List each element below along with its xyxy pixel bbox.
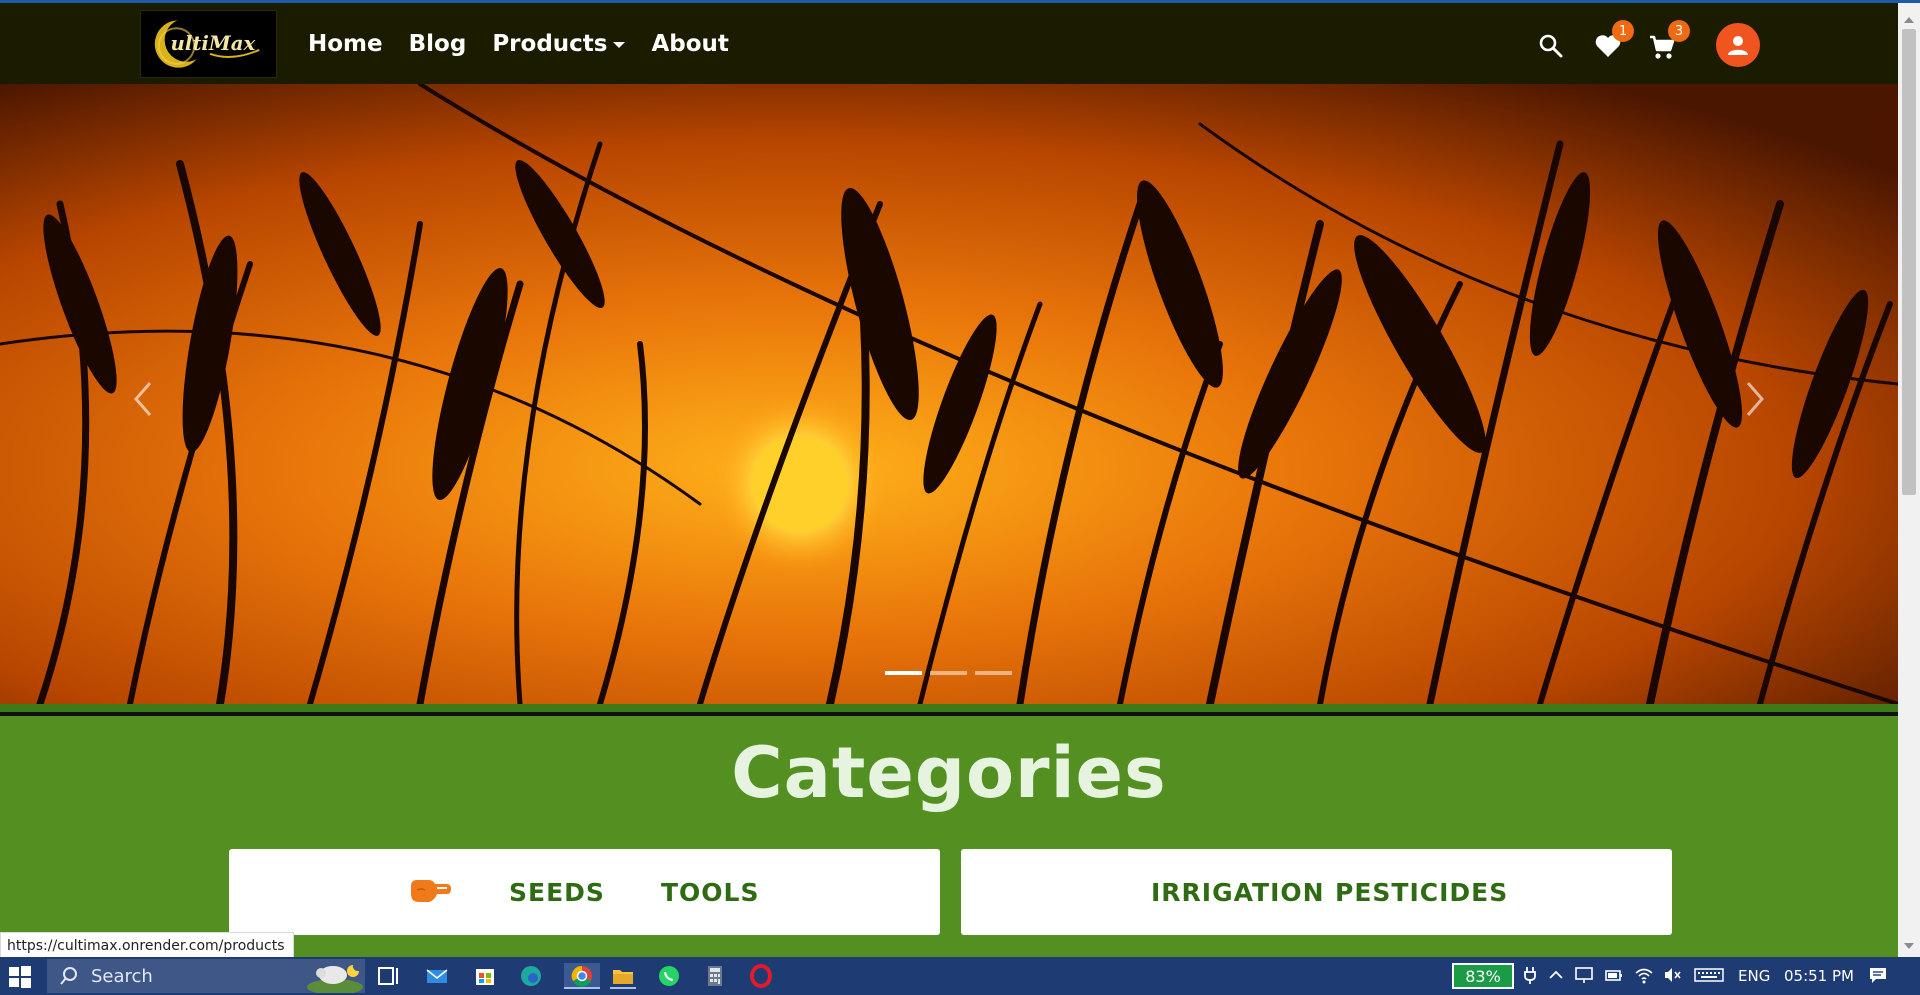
nav-link-blog-label: Blog (408, 30, 467, 57)
taskbar-chrome-app[interactable] (564, 963, 600, 989)
windows-logo-icon (9, 966, 31, 988)
taskbar-search-box[interactable]: Search (47, 959, 365, 993)
taskbar-whatsapp-app[interactable] (656, 963, 682, 989)
taskbar-mail-app[interactable] (424, 963, 450, 989)
edge-icon (521, 966, 541, 986)
link-status-url: https://cultimax.onrender.com/products (0, 932, 294, 958)
store-icon (476, 969, 494, 985)
category-card-left: SEEDS TOOLS (229, 849, 940, 935)
carousel-next-button[interactable] (1736, 369, 1776, 429)
carousel-indicator-2[interactable] (930, 671, 967, 675)
pointing-hand-icon (411, 880, 451, 902)
category-link-irrigation[interactable]: IRRIGATION (1151, 878, 1325, 907)
nav-link-about[interactable]: About (651, 31, 728, 57)
user-icon (1728, 36, 1748, 55)
windows-taskbar: Search 83% ENG 05:51 PM (0, 957, 1920, 995)
chevron-left-icon (134, 382, 152, 416)
nav-links: Home Blog Products About (308, 3, 729, 84)
carousel-indicator-1[interactable] (885, 671, 922, 675)
taskbar-search-label: Search (91, 965, 153, 987)
svg-text:ultiMax: ultiMax (171, 32, 256, 55)
network-monitor-icon[interactable] (1574, 965, 1594, 985)
hero-carousel (0, 84, 1898, 704)
categories-section: Categories SEEDS TOOLS IRRIGATION PESTIC… (0, 716, 1898, 957)
search-icon (1539, 34, 1563, 58)
battery-percent-indicator[interactable]: 83% (1452, 963, 1514, 989)
carousel-indicators (885, 671, 1012, 675)
nav-link-blog[interactable]: Blog (409, 31, 467, 57)
battery-icon[interactable] (1604, 965, 1624, 985)
input-language-indicator[interactable]: ENG (1738, 967, 1770, 985)
scroll-up-icon[interactable] (1904, 17, 1914, 23)
hero-sunset-grass-image (0, 84, 1898, 704)
search-icon (60, 967, 77, 985)
chevron-right-icon (1746, 382, 1764, 416)
whatsapp-icon (659, 966, 679, 986)
wishlist-count-badge: 1 (1612, 20, 1634, 42)
account-avatar-button[interactable] (1716, 23, 1760, 67)
cultimax-logo-icon: ultiMax (141, 11, 276, 77)
taskbar-opera-app[interactable] (748, 963, 774, 989)
power-plug-icon[interactable] (1520, 965, 1540, 985)
category-link-tools[interactable]: TOOLS (661, 878, 760, 907)
start-button[interactable] (8, 965, 32, 989)
chrome-icon (571, 965, 592, 987)
keyboard-icon[interactable] (1694, 965, 1724, 985)
wifi-icon[interactable] (1634, 965, 1654, 985)
taskbar-edge-app[interactable] (518, 963, 544, 989)
folder-icon (613, 970, 633, 984)
search-button[interactable] (1538, 33, 1564, 59)
caret-down-icon (613, 41, 626, 48)
site-navbar: ultiMax Home Blog Products About 1 3 (0, 3, 1898, 84)
page-scrollbar[interactable] (1898, 3, 1920, 957)
taskbar-calculator-app[interactable] (702, 963, 728, 989)
search-highlight-sheep-icon (307, 965, 363, 993)
taskbar-store-app[interactable] (472, 963, 498, 989)
scrollbar-thumb[interactable] (1902, 29, 1916, 495)
nav-link-home[interactable]: Home (308, 31, 383, 57)
opera-icon (750, 964, 772, 988)
category-card-right: IRRIGATION PESTICIDES (961, 849, 1672, 935)
browser-viewport: ultiMax Home Blog Products About 1 3 Cat… (0, 3, 1898, 957)
task-view-icon (378, 967, 398, 985)
scroll-down-icon[interactable] (1904, 943, 1914, 949)
mail-icon (426, 969, 448, 983)
chevron-up-icon[interactable] (1546, 965, 1566, 985)
carousel-prev-button[interactable] (122, 369, 162, 429)
nav-link-about-label: About (651, 30, 729, 57)
taskbar-file-explorer-app[interactable] (610, 963, 636, 989)
brand-logo[interactable]: ultiMax (140, 10, 277, 78)
speaker-muted-icon[interactable] (1662, 965, 1682, 985)
nav-dropdown-products[interactable]: Products (492, 30, 626, 57)
notifications-icon[interactable] (1868, 965, 1888, 985)
calculator-icon (708, 966, 722, 986)
nav-link-products-label: Products (492, 30, 608, 57)
task-view-button[interactable] (376, 963, 402, 989)
category-link-pesticides[interactable]: PESTICIDES (1335, 878, 1508, 907)
nav-link-home-label: Home (308, 30, 383, 57)
categories-heading: Categories (731, 732, 1167, 814)
section-divider-green (0, 704, 1898, 712)
taskbar-clock[interactable]: 05:51 PM (1784, 967, 1854, 985)
cart-count-badge: 3 (1668, 20, 1690, 42)
category-link-seeds[interactable]: SEEDS (509, 878, 605, 907)
carousel-indicator-3[interactable] (975, 671, 1012, 675)
